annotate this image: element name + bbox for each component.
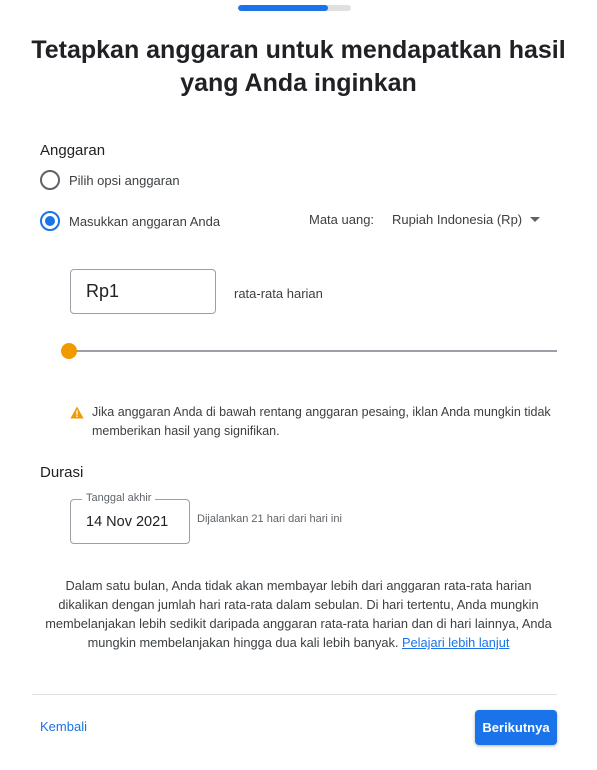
run-duration-note: Dijalankan 21 hari dari hari ini bbox=[197, 513, 342, 525]
budget-section-label: Anggaran bbox=[40, 142, 106, 159]
budget-slider-track[interactable] bbox=[69, 350, 557, 352]
warning-text: Jika anggaran Anda di bawah rentang angg… bbox=[92, 405, 551, 438]
budget-slider-thumb[interactable] bbox=[61, 343, 77, 359]
radio-label-choose-budget-option: Pilih opsi anggaran bbox=[69, 172, 180, 188]
next-button[interactable]: Berikutnya bbox=[475, 710, 557, 745]
duration-section-label: Durasi bbox=[40, 464, 84, 481]
end-date-value[interactable]: 14 Nov 2021 bbox=[86, 514, 168, 530]
radio-button-unchecked[interactable] bbox=[40, 170, 60, 190]
end-date-field[interactable]: Tanggal akhir 14 Nov 2021 bbox=[70, 492, 190, 544]
budget-warning: Jika anggaran Anda di bawah rentang angg… bbox=[70, 403, 560, 441]
footer-divider bbox=[32, 694, 557, 695]
currency-value[interactable]: Rupiah Indonesia (Rp) bbox=[392, 212, 522, 227]
currency-label: Mata uang: bbox=[309, 212, 375, 227]
back-button[interactable]: Kembali bbox=[40, 719, 87, 734]
progress-bar bbox=[238, 5, 351, 11]
end-date-label: Tanggal akhir bbox=[82, 492, 156, 504]
progress-bar-fill bbox=[238, 5, 329, 11]
radio-choose-budget-option[interactable]: Pilih opsi anggaran bbox=[40, 170, 180, 190]
daily-budget-input[interactable]: Rp1 bbox=[70, 269, 216, 314]
radio-enter-budget[interactable]: Masukkan anggaran Anda bbox=[40, 211, 220, 231]
learn-more-link[interactable]: Pelajari lebih lanjut bbox=[402, 635, 509, 650]
daily-average-label: rata-rata harian bbox=[234, 286, 323, 301]
radio-label-enter-budget: Masukkan anggaran Anda bbox=[69, 213, 221, 229]
warning-triangle-icon bbox=[70, 406, 84, 419]
page-title: Tetapkan anggaran untuk mendapatkan hasi… bbox=[31, 36, 566, 97]
radio-button-checked[interactable] bbox=[40, 211, 60, 231]
currency-selector[interactable]: Mata uang: Rupiah Indonesia (Rp) bbox=[309, 212, 541, 227]
dropdown-arrow-icon[interactable] bbox=[530, 217, 541, 222]
billing-info-text: Dalam satu bulan, Anda tidak akan membay… bbox=[40, 576, 557, 652]
